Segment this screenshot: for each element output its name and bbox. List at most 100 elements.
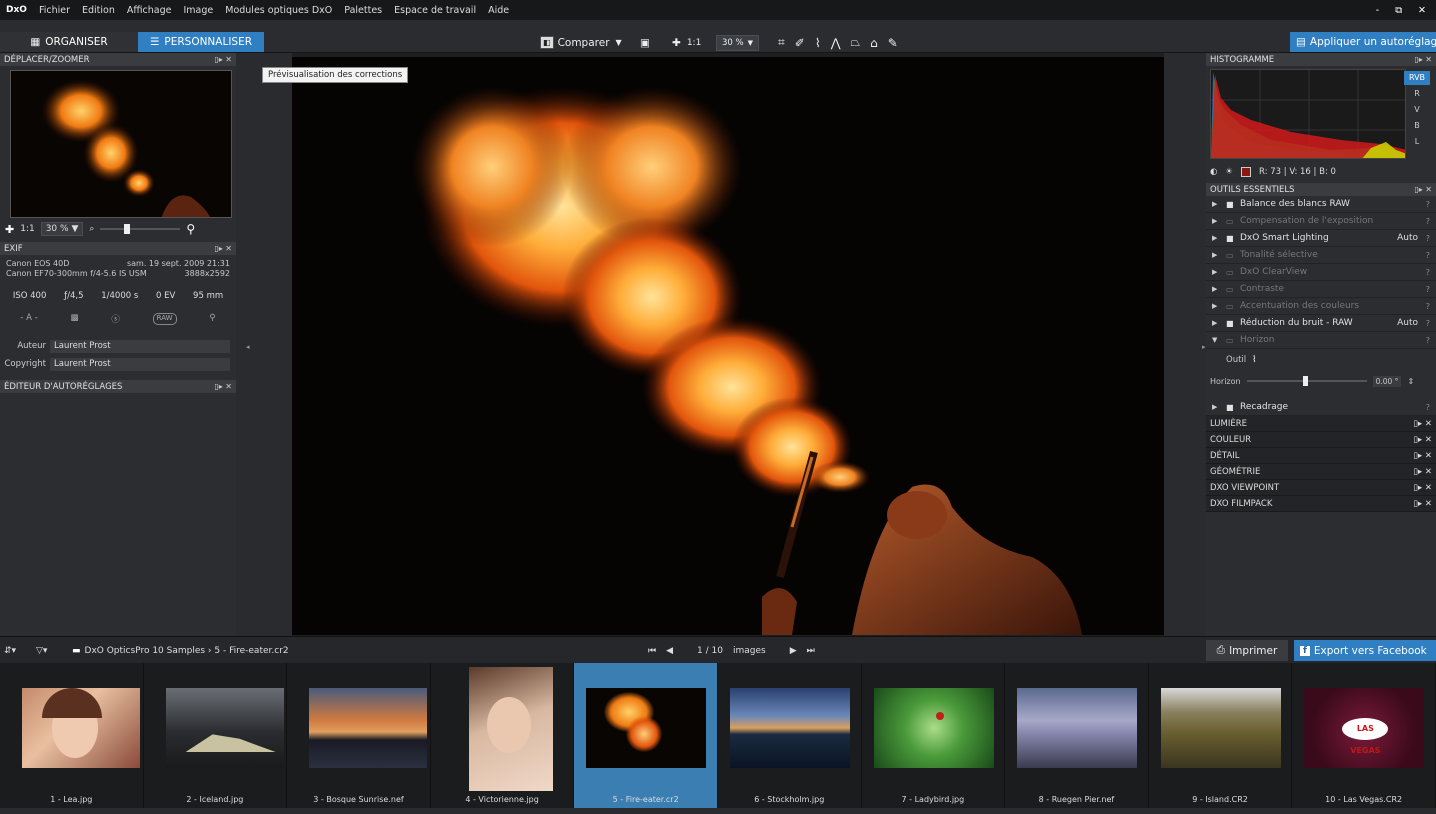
zoom-1to1[interactable]: 1:1 xyxy=(687,38,701,48)
main-image-viewer[interactable] xyxy=(292,57,1164,635)
collapse-left-icon[interactable]: ◂ xyxy=(246,343,250,351)
menu-edition[interactable]: Edition xyxy=(76,5,121,16)
breadcrumb[interactable]: ▬ DxO OpticsPro 10 Samples › 5 - Fire-ea… xyxy=(72,644,289,658)
menu-image[interactable]: Image xyxy=(177,5,219,16)
menu-fichier[interactable]: Fichier xyxy=(33,5,76,16)
horizon-tool-icon[interactable]: ⌇ xyxy=(1252,355,1256,365)
essential-tools-header[interactable]: OUTILS ESSENTIELS ▯▸ ✕ xyxy=(1206,183,1436,196)
exif-header[interactable]: EXIF ▯▸ ✕ xyxy=(0,242,236,255)
zoom-fit-button[interactable]: ✚ 1:1 xyxy=(672,34,701,51)
shadow-clip-icon[interactable]: ◐ xyxy=(1210,167,1217,177)
export-facebook-button[interactable]: f Export vers Facebook xyxy=(1294,640,1436,661)
panel-close-icon[interactable]: ▯▸ ✕ xyxy=(214,382,232,391)
move-zoom-header[interactable]: DÉPLACER/ZOOMER ▯▸ ✕ xyxy=(0,53,236,66)
horizon-icon[interactable]: ⌇ xyxy=(815,36,821,50)
print-button[interactable]: ⎙ Imprimer xyxy=(1206,640,1288,661)
tool-noise-reduction[interactable]: ▶ ■ Réduction du bruit - RAW Auto? xyxy=(1206,315,1436,332)
trapeze-icon[interactable]: ⏢ xyxy=(851,35,861,50)
section-filmpack[interactable]: DXO FILMPACK ▯▸ ✕ xyxy=(1206,496,1436,512)
horizon-value-field[interactable]: 0.00 ° xyxy=(1372,375,1402,387)
repair-brush-icon[interactable]: ✎ xyxy=(888,36,898,50)
channel-rgb[interactable]: RVB xyxy=(1404,71,1430,85)
prev-image-icon[interactable]: ◀ xyxy=(666,646,673,656)
horizon-slider-handle[interactable] xyxy=(1302,376,1308,386)
minimize-button[interactable]: - xyxy=(1376,5,1379,16)
menu-aide[interactable]: Aide xyxy=(482,5,515,16)
apply-preset-button[interactable]: ▤ Appliquer un autoréglage xyxy=(1290,32,1436,52)
perspective-icon[interactable]: ⋀ xyxy=(831,36,841,50)
panel-close-icon[interactable]: ▯▸ ✕ xyxy=(214,55,232,64)
menu-espace-de-travail[interactable]: Espace de travail xyxy=(388,5,482,16)
pan-icon[interactable]: ✚ xyxy=(5,223,14,236)
left-collapse-strip[interactable]: ◂ xyxy=(236,53,292,636)
last-image-icon[interactable]: ⏭ xyxy=(807,646,815,656)
menu-modules-optiques[interactable]: Modules optiques DxO xyxy=(219,5,338,16)
zoom-slider[interactable] xyxy=(100,224,181,234)
preset-editor-header[interactable]: ÉDITEUR D'AUTORÉGLAGES ▯▸ ✕ xyxy=(0,380,236,393)
section-detail[interactable]: DÉTAIL ▯▸ ✕ xyxy=(1206,448,1436,464)
film-item[interactable]: 8 - Ruegen Pier.nef xyxy=(1005,663,1149,808)
channel-v[interactable]: V xyxy=(1404,103,1430,117)
film-item-selected[interactable]: 5 - Fire-eater.cr2 xyxy=(574,663,718,808)
section-couleur[interactable]: COULEUR ▯▸ ✕ xyxy=(1206,432,1436,448)
panel-close-icon[interactable]: ▯▸ ✕ xyxy=(1414,55,1432,64)
channel-b[interactable]: B xyxy=(1404,119,1430,133)
tool-smart-lighting[interactable]: ▶ ■ DxO Smart Lighting Auto? xyxy=(1206,230,1436,247)
copyright-field[interactable]: Laurent Prost xyxy=(50,357,230,371)
section-viewpoint[interactable]: DXO VIEWPOINT ▯▸ ✕ xyxy=(1206,480,1436,496)
author-field[interactable]: Laurent Prost xyxy=(50,339,230,353)
close-button[interactable]: ✕ xyxy=(1418,5,1426,16)
film-item[interactable]: 7 - Ladybird.jpg xyxy=(862,663,1006,808)
zoom-out-icon[interactable]: ⌕ xyxy=(89,224,94,234)
highlight-clip-icon[interactable]: ☀ xyxy=(1225,167,1233,177)
eyedropper-icon[interactable]: ✐ xyxy=(795,36,805,50)
zoom-in-icon[interactable]: ⚲ xyxy=(186,222,195,236)
section-lumiere[interactable]: LUMIÈRE ▯▸ ✕ xyxy=(1206,416,1436,432)
zoom-select-left[interactable]: 30 % ▼ xyxy=(40,222,84,236)
tool-white-balance[interactable]: ▶ ■ Balance des blancs RAW? xyxy=(1206,196,1436,213)
crop-icon[interactable]: ⌗ xyxy=(778,35,785,50)
tool-exposure[interactable]: ▶ ▭ Compensation de l'exposition? xyxy=(1206,213,1436,230)
volume-deform-icon[interactable]: ⌂ xyxy=(870,36,878,50)
filmstrip-scrollbar[interactable] xyxy=(0,808,1436,814)
first-image-icon[interactable]: ⏮ xyxy=(648,646,656,656)
film-item[interactable]: 1 - Lea.jpg xyxy=(0,663,144,808)
zoom-1to1-left[interactable]: 1:1 xyxy=(20,224,34,234)
panel-close-icon[interactable]: ▯▸ ✕ xyxy=(1414,185,1432,194)
tool-clearview[interactable]: ▶ ▭ DxO ClearView? xyxy=(1206,264,1436,281)
film-item[interactable]: 4 - Victorienne.jpg xyxy=(431,663,575,808)
split-view-icon[interactable]: ▣ xyxy=(640,34,650,51)
collapse-right-icon[interactable]: ▸ xyxy=(1202,343,1206,351)
tool-contrast[interactable]: ▶ ▭ Contraste? xyxy=(1206,281,1436,298)
film-item[interactable]: LAS VEGAS 10 - Las Vegas.CR2 xyxy=(1292,663,1436,808)
horizon-slider[interactable] xyxy=(1246,376,1367,386)
filter-button[interactable]: ▽▾ xyxy=(36,644,47,658)
tool-crop[interactable]: ▶ ■ Recadrage? xyxy=(1206,399,1436,416)
menu-palettes[interactable]: Palettes xyxy=(338,5,388,16)
tool-selective-tone[interactable]: ▶ ▭ Tonalité sélective? xyxy=(1206,247,1436,264)
histogram-header[interactable]: HISTOGRAMME ▯▸ ✕ xyxy=(1206,53,1436,66)
channel-l[interactable]: L xyxy=(1404,135,1430,149)
breadcrumb-path[interactable]: DxO OpticsPro 10 Samples › 5 - Fire-eate… xyxy=(85,646,289,656)
film-item[interactable]: 3 - Bosque Sunrise.nef xyxy=(287,663,431,808)
customize-tab[interactable]: ☰ PERSONNALISER xyxy=(138,32,264,52)
maximize-button[interactable]: ⧉ xyxy=(1395,5,1402,16)
zoom-select[interactable]: 30 % ▼ xyxy=(716,34,759,51)
menu-affichage[interactable]: Affichage xyxy=(121,5,178,16)
tool-horizon[interactable]: ▼ ▭ Horizon? xyxy=(1206,332,1436,349)
spinner-icon[interactable]: ⇕ xyxy=(1407,377,1414,386)
film-item[interactable]: 6 - Stockholm.jpg xyxy=(718,663,862,808)
section-geometrie[interactable]: GÉOMÉTRIE ▯▸ ✕ xyxy=(1206,464,1436,480)
sort-button[interactable]: ⇵▾ xyxy=(4,644,16,658)
navigator-thumbnail[interactable] xyxy=(10,70,232,218)
compare-button[interactable]: ◧ Comparer ▼ xyxy=(540,34,622,51)
right-collapse-strip[interactable]: ▸ xyxy=(1164,53,1206,636)
tool-vibrancy[interactable]: ▶ ▭ Accentuation des couleurs? xyxy=(1206,298,1436,315)
zoom-slider-handle[interactable] xyxy=(124,224,131,234)
film-item[interactable]: 2 - Iceland.jpg xyxy=(144,663,288,808)
panel-close-icon[interactable]: ▯▸ ✕ xyxy=(214,244,232,253)
next-image-icon[interactable]: ▶ xyxy=(790,646,797,656)
film-item[interactable]: 9 - Island.CR2 xyxy=(1149,663,1293,808)
organise-tab[interactable]: ▦ ORGANISER xyxy=(0,32,138,52)
channel-r[interactable]: R xyxy=(1404,87,1430,101)
